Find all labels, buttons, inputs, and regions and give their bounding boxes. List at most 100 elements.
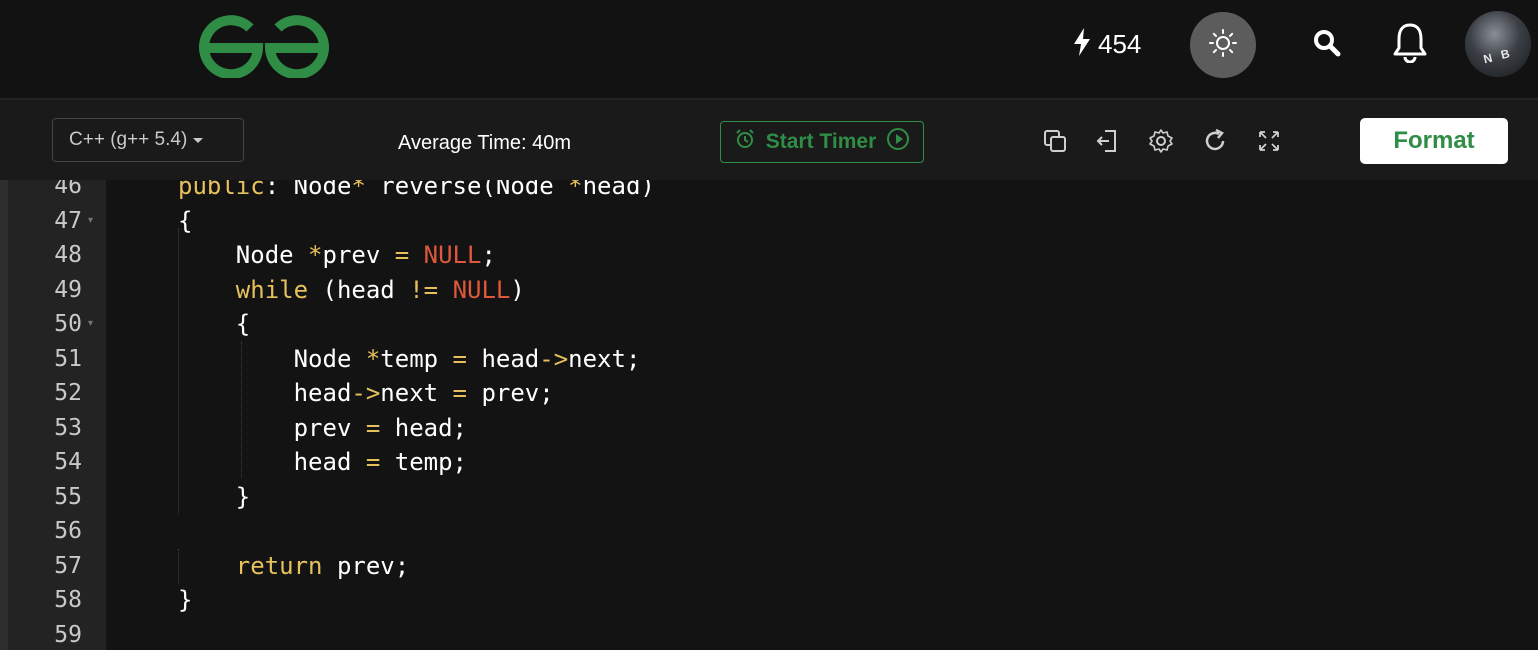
code-text: head = temp; [178,445,467,480]
code-token: prev; [467,379,554,407]
code-line[interactable]: 54 head = temp; [0,445,1538,480]
code-token: Node [178,241,309,269]
sun-icon [1208,28,1238,63]
code-text: { [178,307,250,342]
code-line[interactable]: 46 public: Node* reverse(Node *head) [0,180,1538,204]
user-avatar[interactable]: N B [1465,11,1531,77]
search-button[interactable] [1306,24,1348,66]
code-text: return prev; [178,549,409,584]
code-text: Node *prev = NULL; [178,238,496,273]
code-token: ; [481,241,496,269]
code-line[interactable]: 50 ▾ { [0,307,1538,342]
code-token: NULL [452,275,511,304]
line-number: 57 [54,552,82,579]
average-time-label: Average Time: 40m [398,132,572,154]
code-text: prev = head; [178,411,467,446]
start-timer-label: Start Timer [765,130,877,153]
copy-icon[interactable] [1040,126,1070,156]
code-line[interactable]: 49 while (head != NULL) [0,273,1538,308]
code-token: != [409,275,439,304]
code-token: = [365,448,381,476]
code-token: reverse(Node [365,180,569,200]
code-token: * [308,241,323,269]
line-number: 50 [54,311,82,337]
code-text: Node *temp = head->next; [178,342,641,377]
code-line[interactable]: 53 prev = head; [0,411,1538,446]
notifications-button[interactable] [1386,20,1434,68]
code-line[interactable]: 58} [0,583,1538,618]
code-line[interactable]: 48 Node *prev = NULL; [0,238,1538,273]
code-line[interactable]: 59 [0,618,1538,650]
code-token: * [351,180,366,200]
code-token: head [178,448,366,476]
line-number: 56 [54,518,82,544]
code-line[interactable]: 55 } [0,480,1538,515]
code-text: public: Node* reverse(Node *head) [178,180,655,204]
code-token: head; [380,413,467,442]
code-lines: 46 public: Node* reverse(Node *head) 47 ▾ {4… [0,180,1538,650]
streak-counter[interactable]: 454 [1072,26,1141,62]
line-number: 55 [54,483,82,510]
settings-icon[interactable] [1146,126,1176,156]
bell-icon [1391,21,1429,68]
code-text: { [178,204,192,239]
language-select[interactable]: C++ (g++ 5.4) [52,118,244,162]
code-token: prev [322,241,395,269]
language-label: C++ (g++ 5.4) [69,129,188,150]
code-token: while [235,275,309,304]
code-line[interactable]: 57 return prev; [0,549,1538,584]
code-token: { [178,206,193,235]
start-timer-button[interactable]: Start Timer [720,121,924,163]
code-token: = [394,241,410,269]
alarm-clock-icon [734,128,756,156]
code-token: head [178,379,352,407]
code-token: return [235,551,323,580]
code-token: = [452,344,467,373]
code-token: -> [351,379,381,407]
fullscreen-icon[interactable] [1254,126,1284,156]
code-token: Node [178,344,366,373]
code-line[interactable]: 47 ▾ { [0,204,1538,239]
code-token: * [365,344,381,373]
code-line[interactable]: 52 head->next = prev; [0,376,1538,411]
format-button[interactable]: Format [1360,118,1508,164]
line-number: 47 [54,207,82,234]
line-number: 58 [54,587,82,613]
code-token: = [365,413,381,442]
code-text: head->next = prev; [178,376,554,411]
line-number: 51 [54,345,82,372]
code-line[interactable]: 56 [0,514,1538,549]
fold-arrow-icon[interactable]: ▾ [88,319,93,329]
code-token: } [178,482,251,511]
code-token: prev [178,413,366,442]
code-token: temp [380,344,453,373]
code-text: } [178,583,192,618]
reset-icon[interactable] [1200,126,1230,156]
code-text: while (head != NULL) [178,273,525,308]
code-line[interactable]: 51 Node *temp = head->next; [0,342,1538,377]
code-editor[interactable]: 46 public: Node* reverse(Node *head) 47 ▾ {4… [0,180,1538,650]
line-number: 46 [54,180,82,199]
exit-icon[interactable] [1092,126,1122,156]
geeksforgeeks-logo[interactable] [198,12,330,80]
code-token: head [467,344,540,373]
code-token: * [568,180,583,200]
code-text: } [178,480,250,515]
theme-toggle-button[interactable] [1190,12,1256,78]
line-number: 48 [54,242,82,268]
line-number: 59 [54,621,82,648]
code-token: next; [568,344,641,373]
code-token: temp; [380,448,467,476]
top-navbar: 454 N B [0,0,1538,100]
code-token: = [452,379,467,407]
code-token: -> [539,344,569,373]
line-number: 54 [54,449,82,475]
line-number: 52 [54,380,82,406]
fold-arrow-icon[interactable]: ▾ [88,215,93,226]
code-token: : Node [264,180,352,200]
search-icon [1312,28,1342,63]
editor-toolbar: C++ (g++ 5.4) Average Time: 40m Start Ti… [0,100,1538,180]
code-token: prev; [322,551,410,580]
